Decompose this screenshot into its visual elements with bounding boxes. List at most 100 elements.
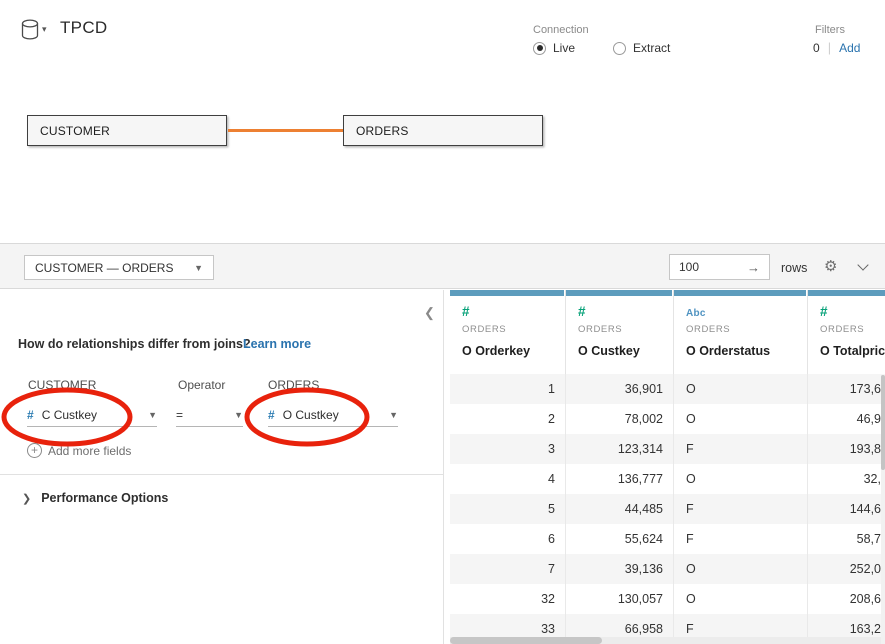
column-table-name: ORDERS bbox=[578, 324, 673, 335]
grid-cell: O bbox=[674, 464, 808, 494]
grid-cell: 46,9 bbox=[808, 404, 885, 434]
radio-extract-label: Extract bbox=[633, 41, 670, 55]
column-accent-bar bbox=[450, 290, 564, 296]
horizontal-scrollbar-thumb[interactable] bbox=[450, 637, 602, 644]
row-count-value: 100 bbox=[679, 260, 699, 274]
grid-cell: 1 bbox=[450, 374, 566, 404]
column-field-name: O Totalprice bbox=[820, 344, 885, 358]
radio-live-label: Live bbox=[553, 41, 575, 55]
right-field-value: O Custkey bbox=[283, 408, 339, 422]
grid-cell: 58,7 bbox=[808, 524, 885, 554]
grid-row: 136,901O173,6 bbox=[450, 374, 885, 404]
grid-cell: 55,624 bbox=[566, 524, 674, 554]
relationship-selector-value: CUSTOMER — ORDERS bbox=[35, 261, 173, 275]
grid-cell: 44,485 bbox=[566, 494, 674, 524]
column-header-o-orderstatus[interactable]: Abc ORDERS O Orderstatus bbox=[674, 290, 808, 374]
column-header-o-totalprice[interactable]: # ORDERS O Totalprice bbox=[808, 290, 885, 374]
left-table-column-label: CUSTOMER bbox=[28, 378, 96, 392]
grid-cell: 4 bbox=[450, 464, 566, 494]
canvas-table-customer[interactable]: CUSTOMER bbox=[27, 115, 227, 146]
grid-row: 4136,777O32, bbox=[450, 464, 885, 494]
grid-cell: 36,901 bbox=[566, 374, 674, 404]
column-table-name: ORDERS bbox=[462, 324, 565, 335]
add-more-fields-label: Add more fields bbox=[48, 444, 131, 458]
chevron-down-icon: ▼ bbox=[234, 410, 243, 420]
radio-live-icon[interactable] bbox=[533, 42, 546, 55]
radio-extract[interactable]: Extract bbox=[613, 41, 670, 55]
grid-cell: 144,6 bbox=[808, 494, 885, 524]
canvas-table-orders-label: ORDERS bbox=[356, 124, 409, 138]
column-header-o-custkey[interactable]: # ORDERS O Custkey bbox=[566, 290, 674, 374]
number-field-icon: # bbox=[268, 408, 275, 422]
panel-collapse-chevron-icon[interactable]: ❮ bbox=[424, 305, 435, 321]
add-more-fields-button[interactable]: + Add more fields bbox=[27, 443, 131, 458]
number-field-icon: # bbox=[27, 408, 34, 422]
database-menu-caret-icon[interactable]: ▾ bbox=[42, 24, 47, 35]
grid-cell: O bbox=[674, 584, 808, 614]
connection-label: Connection bbox=[533, 24, 589, 36]
radio-live[interactable]: Live bbox=[533, 41, 575, 55]
rows-label: rows bbox=[781, 261, 807, 275]
grid-cell: F bbox=[674, 434, 808, 464]
grid-row: 739,136O252,0 bbox=[450, 554, 885, 584]
row-count-input[interactable]: 100 → bbox=[669, 254, 770, 280]
grid-cell: 7 bbox=[450, 554, 566, 584]
grid-header-row: # ORDERS O Orderkey # ORDERS O Custkey A… bbox=[450, 290, 885, 374]
relationship-selector-dropdown[interactable]: CUSTOMER — ORDERS ▼ bbox=[24, 255, 214, 280]
grid-body: 136,901O173,6278,002O46,93123,314F193,84… bbox=[450, 374, 885, 644]
datasource-title: TPCD bbox=[60, 18, 107, 38]
grid-cell: 3 bbox=[450, 434, 566, 464]
column-field-name: O Orderstatus bbox=[686, 344, 807, 358]
column-accent-bar bbox=[566, 290, 672, 296]
filters-count: 0 bbox=[813, 41, 820, 55]
database-icon[interactable] bbox=[20, 19, 40, 41]
grid-cell: F bbox=[674, 494, 808, 524]
column-table-name: ORDERS bbox=[686, 324, 807, 335]
column-header-o-orderkey[interactable]: # ORDERS O Orderkey bbox=[450, 290, 566, 374]
chevron-down-icon: ▼ bbox=[389, 410, 398, 420]
number-type-icon: # bbox=[820, 304, 885, 320]
grid-cell: 32, bbox=[808, 464, 885, 494]
relationship-question: How do relationships differ from joins? bbox=[18, 337, 251, 351]
left-field-dropdown[interactable]: # C Custkey ▼ bbox=[27, 403, 157, 427]
grid-row: 3123,314F193,8 bbox=[450, 434, 885, 464]
column-field-name: O Orderkey bbox=[462, 344, 565, 358]
right-table-column-label: ORDERS bbox=[268, 378, 319, 392]
grid-cell: 130,057 bbox=[566, 584, 674, 614]
canvas-table-customer-label: CUSTOMER bbox=[40, 124, 110, 138]
column-accent-bar bbox=[808, 290, 885, 296]
grid-row: 32130,057O208,6 bbox=[450, 584, 885, 614]
left-field-value: C Custkey bbox=[42, 408, 97, 422]
relationship-line[interactable] bbox=[228, 129, 343, 132]
grid-cell: O bbox=[674, 554, 808, 584]
grid-cell: O bbox=[674, 374, 808, 404]
number-type-icon: # bbox=[462, 304, 565, 320]
performance-options-toggle[interactable]: ❯ Performance Options bbox=[22, 491, 168, 505]
grid-cell: 123,314 bbox=[566, 434, 674, 464]
grid-cell: 78,002 bbox=[566, 404, 674, 434]
filters-label: Filters bbox=[815, 24, 845, 36]
operator-column-label: Operator bbox=[178, 378, 225, 392]
right-field-dropdown[interactable]: # O Custkey ▼ bbox=[268, 403, 398, 427]
grid-cell: 173,6 bbox=[808, 374, 885, 404]
collapse-preview-chevron-icon[interactable] bbox=[859, 261, 869, 271]
panel-divider bbox=[0, 474, 443, 475]
grid-cell: 5 bbox=[450, 494, 566, 524]
operator-dropdown[interactable]: = ▼ bbox=[176, 403, 243, 427]
grid-row: 544,485F144,6 bbox=[450, 494, 885, 524]
grid-cell: O bbox=[674, 404, 808, 434]
gear-icon[interactable]: ⚙ bbox=[824, 257, 837, 275]
apply-arrow-icon[interactable]: → bbox=[747, 260, 760, 275]
vertical-scrollbar-thumb[interactable] bbox=[881, 375, 885, 470]
plus-circle-icon: + bbox=[27, 443, 42, 458]
preview-toolbar: CUSTOMER — ORDERS ▼ 100 → rows ⚙ bbox=[0, 243, 885, 289]
grid-cell: 193,8 bbox=[808, 434, 885, 464]
canvas-table-orders[interactable]: ORDERS bbox=[343, 115, 543, 146]
filters-add-link[interactable]: Add bbox=[839, 41, 860, 55]
chevron-down-icon: ▼ bbox=[148, 410, 157, 420]
grid-cell: 136,777 bbox=[566, 464, 674, 494]
radio-extract-icon[interactable] bbox=[613, 42, 626, 55]
data-preview-grid: # ORDERS O Orderkey # ORDERS O Custkey A… bbox=[450, 290, 885, 644]
learn-more-link[interactable]: Learn more bbox=[243, 337, 311, 351]
grid-cell: 39,136 bbox=[566, 554, 674, 584]
